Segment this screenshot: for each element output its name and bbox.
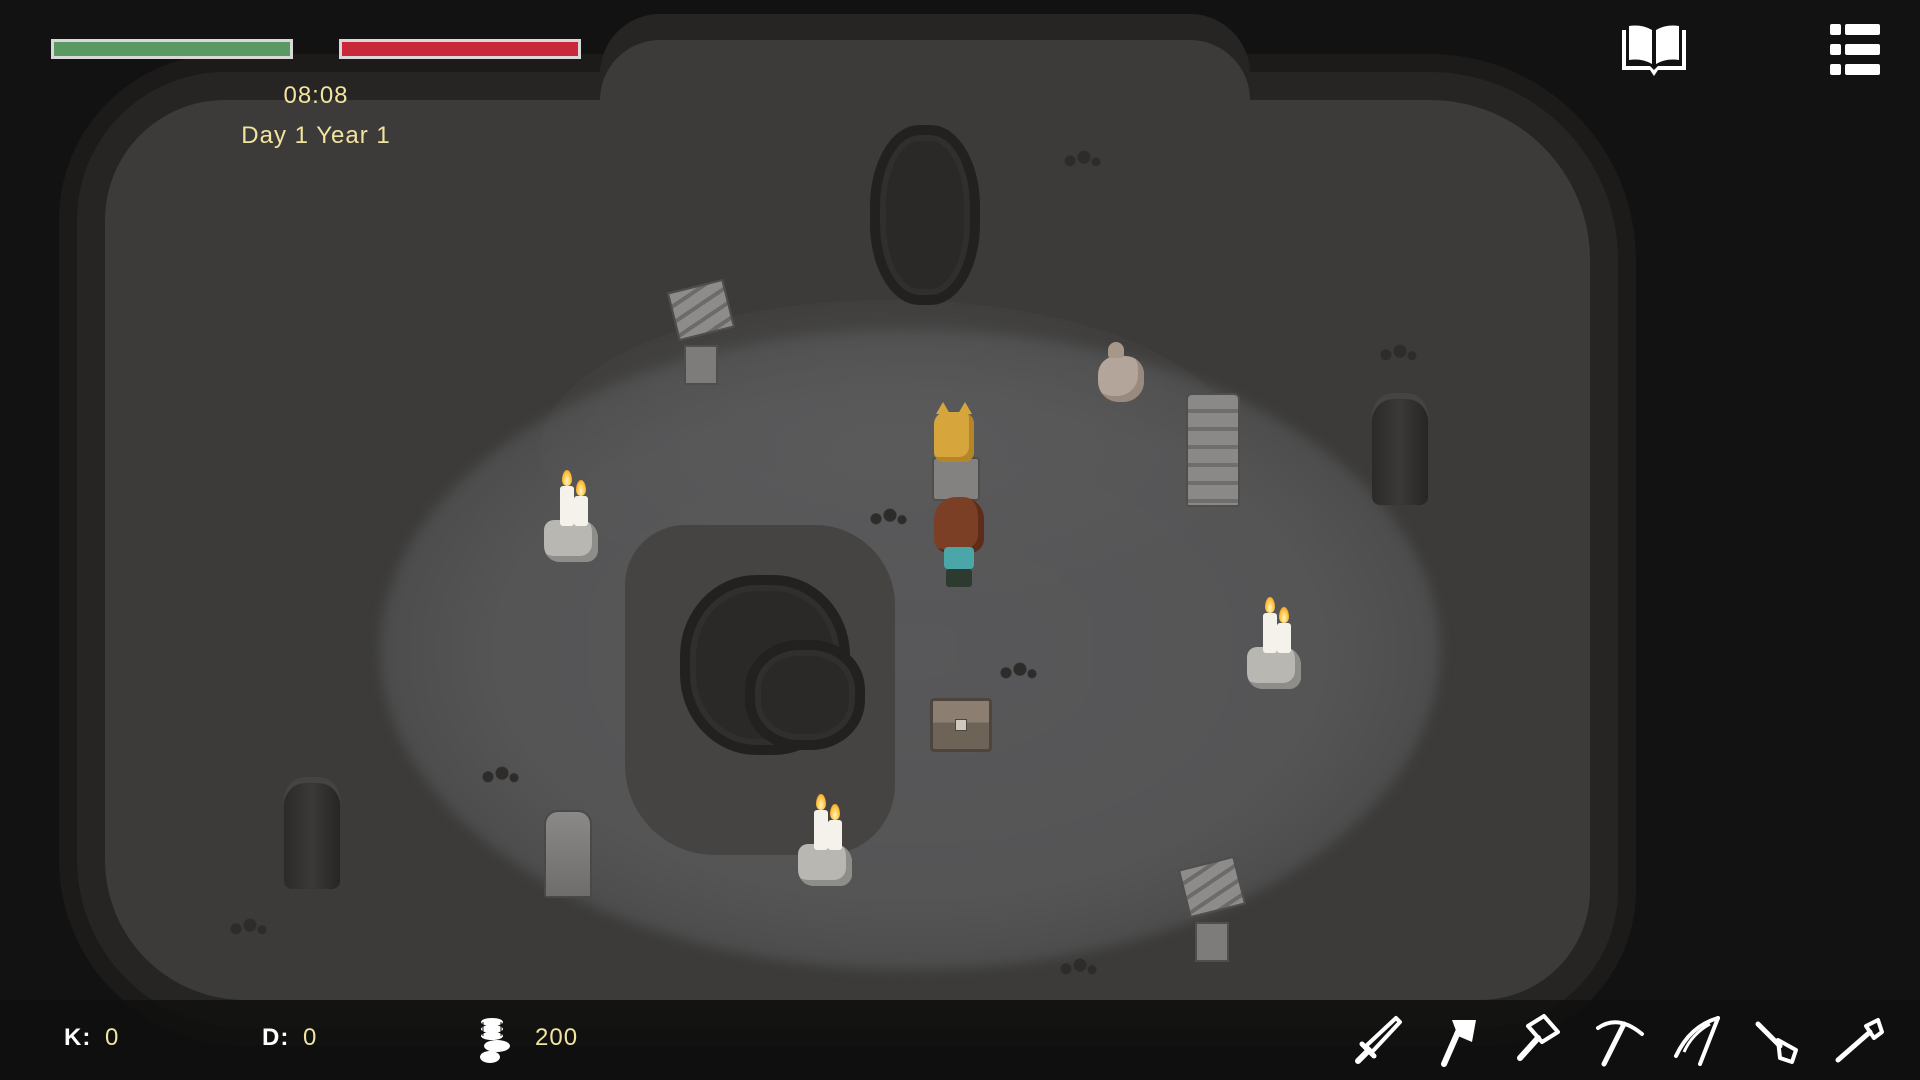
health-bar	[51, 39, 293, 59]
axe-icon[interactable]	[1430, 1012, 1486, 1068]
cat-shrine-pedestal[interactable]	[932, 457, 980, 501]
scythe-icon[interactable]	[1670, 1012, 1726, 1068]
rock-pit-north	[870, 125, 980, 305]
dark-rock-pillar	[1372, 393, 1428, 505]
pickaxe-icon[interactable]	[1590, 1012, 1646, 1068]
game-date: Day 1 Year 1	[241, 122, 391, 149]
player-character	[934, 497, 984, 587]
coin-stack-icon	[479, 1016, 513, 1064]
golden-cat-statue[interactable]	[934, 402, 974, 462]
pebbles	[998, 662, 1038, 680]
lit-candles	[1245, 595, 1305, 695]
dark-rock-pillar	[284, 777, 340, 889]
deaths-counter: D: 0	[262, 1024, 317, 1052]
game-screen: 08:08 Day 1 Year 1 K: 0 D: 0 200	[0, 0, 1920, 1080]
health-bar-fill	[54, 42, 290, 56]
stamina-bar-fill	[342, 42, 578, 56]
deaths-value: 0	[303, 1024, 318, 1051]
lit-candles	[796, 792, 856, 892]
lit-candles	[542, 468, 602, 568]
kills-value: 0	[105, 1024, 120, 1051]
kills-label: K:	[64, 1024, 92, 1051]
loot-sack[interactable]	[1098, 342, 1144, 402]
broken-statue	[1177, 855, 1247, 962]
tombstone	[544, 810, 592, 898]
pebbles	[480, 766, 520, 784]
kills-counter: K: 0	[64, 1024, 119, 1052]
game-clock: 08:08	[283, 82, 349, 109]
pebbles	[228, 918, 268, 936]
pebbles	[868, 508, 908, 526]
hoe-icon[interactable]	[1830, 1012, 1886, 1068]
pebbles	[1062, 150, 1102, 168]
rock-pit-center-2	[745, 640, 865, 750]
broken-statue	[666, 278, 736, 385]
stone-pillar	[1186, 393, 1240, 507]
pebbles	[1378, 344, 1418, 362]
treasure-chest[interactable]	[930, 698, 992, 752]
shovel-icon[interactable]	[1750, 1012, 1806, 1068]
stamina-bar	[339, 39, 581, 59]
pebbles	[1058, 958, 1098, 976]
sword-icon[interactable]	[1350, 1012, 1406, 1068]
deaths-label: D:	[262, 1024, 290, 1051]
list-menu-icon[interactable]	[1830, 24, 1880, 76]
hammer-icon[interactable]	[1510, 1012, 1566, 1068]
book-icon[interactable]	[1618, 20, 1690, 78]
coins-value: 200	[535, 1024, 579, 1051]
